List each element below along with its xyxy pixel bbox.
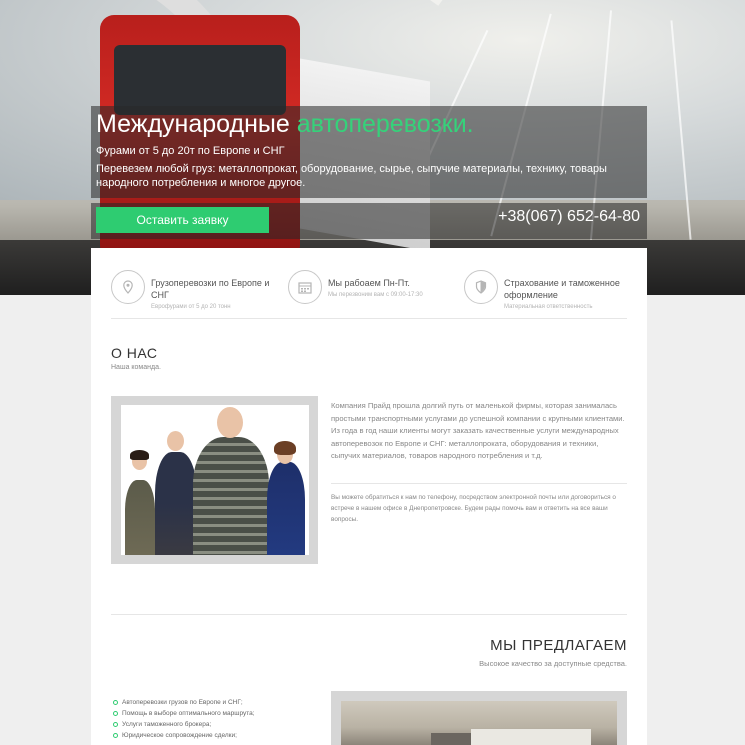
circle-bullet-icon: [113, 700, 118, 705]
offer-heading: МЫ ПРЕДЛАГАЕМ: [490, 637, 627, 654]
about-subheading: Наша команда.: [111, 364, 161, 371]
request-button[interactable]: Оставить заявку: [96, 207, 269, 233]
phone-number[interactable]: +38(067) 652-64-80: [460, 208, 640, 226]
feature-title: Мы рабоаем Пн-Пт.: [328, 278, 410, 288]
section-divider: [111, 614, 627, 615]
about-divider: [331, 483, 627, 484]
hero-title-accent: автоперевозки.: [296, 110, 474, 138]
map-pin-icon: [111, 270, 145, 304]
feature-title: Страхование и таможенное оформление: [504, 278, 620, 300]
hero-description: Перевезем любой груз: металлопрокат, обо…: [96, 163, 607, 189]
list-item: Автоперевозки грузов по Европе и СНГ;: [113, 697, 255, 708]
list-item: Услуги таможенного брокера;: [113, 719, 255, 730]
shield-icon: [464, 270, 498, 304]
offer-list: Автоперевозки грузов по Европе и СНГ; По…: [113, 697, 255, 741]
list-item: Помощь в выборе оптимального маршрута;: [113, 708, 255, 719]
hero-title-main: Международные: [96, 110, 290, 138]
circle-bullet-icon: [113, 733, 118, 738]
circle-bullet-icon: [113, 711, 118, 716]
list-item: Юридическое сопровождение сделки;: [113, 730, 255, 741]
section-divider: [111, 318, 627, 319]
feature-subtitle: Материальная ответственность: [504, 304, 593, 310]
team-photo: [121, 405, 309, 555]
about-contact-text: Вы можете обратиться к нам по телефону, …: [331, 494, 616, 523]
feature-subtitle: Мы перезвоним вам с 09:00-17:30: [328, 292, 423, 298]
about-heading: О НАС: [111, 345, 158, 361]
offer-photo: [341, 701, 617, 745]
circle-bullet-icon: [113, 722, 118, 727]
feature-title: Грузоперевозки по Европе и СНГ: [151, 278, 270, 300]
offer-subheading: Высокое качество за доступные средства.: [479, 659, 627, 668]
calendar-icon: [288, 270, 322, 304]
about-text: Компания Прайд прошла долгий путь от мал…: [331, 401, 625, 460]
hero-subtitle: Фурами от 5 до 20т по Европе и СНГ: [96, 145, 285, 157]
hero-title: Международные автоперевозки.: [96, 110, 474, 139]
feature-subtitle: Еврофурами от 5 до 20 тонн: [151, 304, 231, 310]
